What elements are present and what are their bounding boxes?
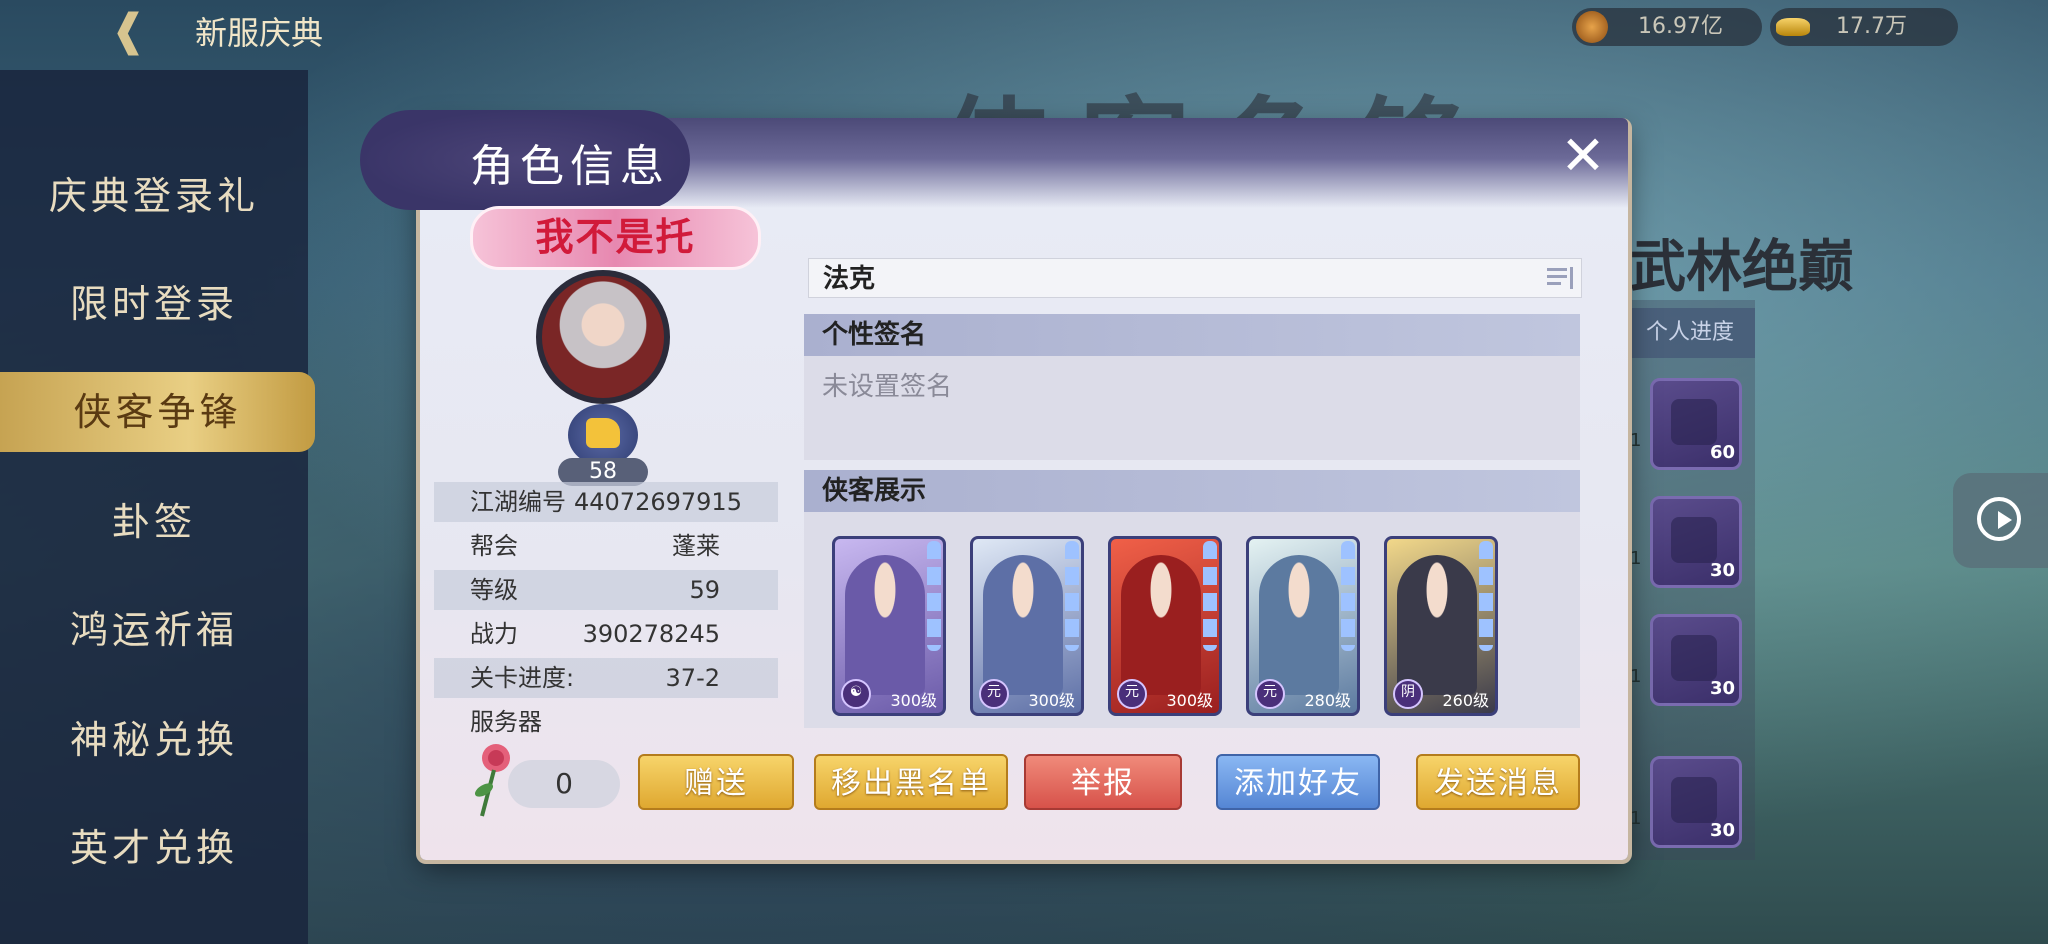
dialog-title: 角色信息: [470, 141, 670, 192]
server-row: 服务器: [470, 708, 542, 736]
sidebar-item-blessing[interactable]: 鸿运祈福: [0, 590, 308, 670]
coin-icon: [1576, 11, 1608, 43]
gold-ingot-icon: [1776, 18, 1810, 36]
hero-faction-badge: 元: [1255, 679, 1285, 709]
power-row: 战力 390278245: [434, 614, 778, 654]
sidebar-item-talent-exchange[interactable]: 英才兑换: [0, 808, 308, 888]
reward-item[interactable]: 30: [1650, 756, 1742, 848]
reward-side-count: 1: [1630, 548, 1642, 569]
play-icon: [1977, 497, 2021, 541]
star-drops-icon: [1479, 541, 1493, 651]
hero-level: 260级: [1442, 691, 1489, 710]
guild-row: 帮会 蓬莱: [434, 526, 778, 566]
level-row: 等级 59: [434, 570, 778, 610]
hero-level: 280级: [1304, 691, 1351, 710]
reward-item[interactable]: 30: [1650, 496, 1742, 588]
hero-portrait: [1259, 555, 1339, 695]
player-name: 法克: [823, 264, 876, 294]
hero-card[interactable]: 阴 260级: [1384, 536, 1498, 716]
back-arrow-icon[interactable]: ❰: [110, 6, 174, 56]
hero-level: 300级: [890, 691, 937, 710]
gift-button[interactable]: 赠送: [638, 754, 794, 810]
sidebar-item-divination[interactable]: 卦签: [0, 482, 308, 562]
hero-faction-badge: 元: [1117, 679, 1147, 709]
level-value: 59: [689, 576, 720, 604]
ingot-balance[interactable]: 17.7万: [1770, 8, 1958, 46]
page-title: 新服庆典: [195, 14, 324, 52]
stage-progress-row: 关卡进度: 37-2: [434, 658, 778, 698]
hero-portrait: [845, 555, 925, 695]
send-message-button[interactable]: 发送消息: [1416, 754, 1580, 810]
token-icon: [1671, 517, 1717, 563]
hero-level: 300级: [1028, 691, 1075, 710]
sidebar-item-mystery-exchange[interactable]: 神秘兑换: [0, 700, 308, 780]
heroes-header: 侠客展示: [804, 470, 1580, 512]
star-drops-icon: [927, 541, 941, 651]
close-icon[interactable]: ✕: [1560, 129, 1606, 183]
signature-text: 未设置签名: [822, 372, 953, 402]
token-icon: [1671, 399, 1717, 445]
list-icon[interactable]: [1545, 263, 1575, 293]
stage-progress-value: 37-2: [665, 664, 720, 692]
token-icon: [1671, 777, 1717, 823]
star-drops-icon: [1203, 541, 1217, 651]
hero-level: 300级: [1166, 691, 1213, 710]
progress-panel-header: 个人进度: [1625, 308, 1755, 358]
like-button[interactable]: [568, 404, 638, 466]
remove-blacklist-button[interactable]: 移出黑名单: [814, 754, 1008, 810]
hero-card[interactable]: 元 300级: [1108, 536, 1222, 716]
star-drops-icon: [1341, 541, 1355, 651]
player-avatar[interactable]: [536, 270, 670, 404]
reward-side-count: 1: [1630, 808, 1642, 829]
signature-header: 个性签名: [804, 314, 1580, 356]
hero-portrait: [983, 555, 1063, 695]
hero-card[interactable]: ☯ 300级: [832, 536, 946, 716]
thumbs-up-icon: [586, 418, 620, 448]
jianghu-id-value: 44072697915: [574, 488, 742, 516]
reward-item[interactable]: 30: [1650, 614, 1742, 706]
power-value: 390278245: [582, 620, 720, 648]
guild-value[interactable]: 蓬莱: [672, 526, 720, 566]
hero-card[interactable]: 元 300级: [970, 536, 1084, 716]
token-icon: [1671, 635, 1717, 681]
video-play-button[interactable]: [1953, 473, 2048, 568]
jianghu-id-label: 江湖编号: [470, 488, 566, 516]
add-friend-button[interactable]: 添加好友: [1216, 754, 1380, 810]
background-subtitle: 武林绝巅: [1630, 234, 1854, 300]
title-banner: 我不是托: [470, 206, 761, 270]
flower-count: 0: [508, 760, 620, 808]
hero-portrait: [1121, 555, 1201, 695]
report-button[interactable]: 举报: [1024, 754, 1182, 810]
reward-side-count: 1: [1630, 430, 1642, 451]
reward-side-count: 1: [1630, 666, 1642, 687]
sidebar-item-limited-login[interactable]: 限时登录: [0, 264, 308, 344]
hero-faction-badge: 元: [979, 679, 1009, 709]
sidebar-item-hero-contest[interactable]: 侠客争锋: [0, 372, 315, 452]
sidebar-item-celebration-login[interactable]: 庆典登录礼: [0, 156, 308, 236]
player-name-field: 法克: [808, 258, 1582, 298]
hero-card[interactable]: 元 280级: [1246, 536, 1360, 716]
coin-balance[interactable]: 16.97亿: [1572, 8, 1762, 46]
jianghu-id-row: 江湖编号 44072697915: [434, 482, 778, 522]
hero-faction-badge: ☯: [841, 679, 871, 709]
reward-item[interactable]: 60: [1650, 378, 1742, 470]
hero-portrait: [1397, 555, 1477, 695]
hero-faction-badge: 阴: [1393, 679, 1423, 709]
star-drops-icon: [1065, 541, 1079, 651]
